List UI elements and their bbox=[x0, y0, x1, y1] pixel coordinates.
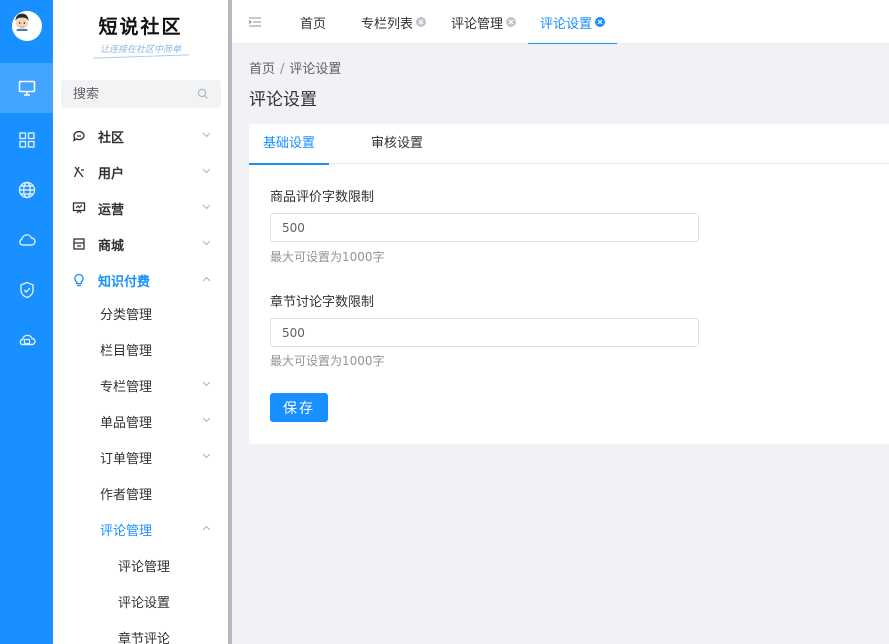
globe-icon bbox=[18, 181, 35, 199]
menu-item-author-mgmt[interactable]: 作者管理 bbox=[53, 475, 228, 511]
presentation-icon bbox=[72, 202, 86, 214]
tab-column-list-label: 专栏列表 bbox=[361, 16, 414, 32]
menu-fold-icon[interactable] bbox=[248, 15, 262, 29]
tab-column-list[interactable]: 专栏列表 bbox=[361, 0, 427, 44]
menu-label-chapter-comments: 章节评论 bbox=[118, 631, 171, 644]
close-icon[interactable] bbox=[595, 17, 606, 27]
breadcrumb-current: 评论设置 bbox=[289, 62, 342, 77]
menu-item-order-mgmt[interactable]: 订单管理 bbox=[53, 439, 228, 475]
user-icon bbox=[73, 166, 84, 178]
cloud-upload-icon bbox=[19, 334, 36, 346]
product-limit-input[interactable] bbox=[270, 213, 699, 242]
menu-label-special-mgmt: 专栏管理 bbox=[100, 379, 153, 395]
chapter-limit-input[interactable] bbox=[270, 318, 699, 347]
save-button[interactable]: 保存 bbox=[270, 393, 328, 422]
settings-card: 基础设置 审核设置 商品评价字数限制 最大可设置为1000字 章节讨论字数限制 … bbox=[248, 124, 889, 444]
rail-web[interactable] bbox=[0, 165, 53, 215]
menu-item-community[interactable]: 社区 bbox=[53, 118, 228, 154]
chevron-down-icon bbox=[202, 381, 211, 387]
rail-cloud[interactable] bbox=[0, 215, 53, 265]
menu-item-mall[interactable]: 商城 bbox=[53, 226, 228, 262]
brand-logo[interactable]: 短说社区 bbox=[53, 12, 228, 39]
tab-comment-settings[interactable]: 评论设置 bbox=[527, 0, 618, 44]
chevron-down-icon bbox=[202, 132, 211, 138]
menu-label-order-mgmt: 订单管理 bbox=[100, 451, 153, 467]
menu-label-comment-settings: 评论设置 bbox=[118, 595, 171, 611]
monitor-icon bbox=[18, 80, 35, 96]
chevron-down-icon bbox=[202, 168, 211, 174]
close-icon[interactable] bbox=[416, 17, 427, 27]
tab-home-label: 首页 bbox=[300, 16, 327, 32]
search-icon bbox=[197, 88, 208, 99]
rail-dashboard[interactable] bbox=[0, 63, 53, 113]
shield-icon bbox=[19, 281, 34, 299]
menu-item-column-mgmt[interactable]: 栏目管理 bbox=[53, 331, 228, 367]
menu-label-category-mgmt: 分类管理 bbox=[100, 307, 153, 323]
chevron-down-icon bbox=[202, 417, 211, 423]
menu-item-comment-mgmt[interactable]: 评论管理 bbox=[53, 511, 228, 547]
tab-basic-settings[interactable]: 基础设置 bbox=[248, 124, 330, 165]
tab-home[interactable]: 首页 bbox=[300, 0, 326, 44]
menu-item-operations[interactable]: 运营 bbox=[53, 190, 228, 226]
menu-label-operations: 运营 bbox=[98, 202, 125, 218]
menu-label-comment-mgmt: 评论管理 bbox=[100, 523, 153, 539]
settings-tabs: 基础设置 审核设置 bbox=[248, 124, 889, 165]
store-icon bbox=[73, 238, 85, 250]
rail-security[interactable] bbox=[0, 265, 53, 315]
page-title: 评论设置 bbox=[249, 90, 317, 110]
menu-search[interactable] bbox=[61, 80, 221, 108]
rail-cloud-storage[interactable] bbox=[0, 315, 53, 365]
bulb-icon bbox=[74, 273, 84, 287]
chevron-up-icon bbox=[202, 525, 211, 531]
close-icon[interactable] bbox=[506, 17, 517, 27]
cloud-icon bbox=[18, 234, 36, 246]
menu-item-users[interactable]: 用户 bbox=[53, 154, 228, 190]
menu-item-category-mgmt[interactable]: 分类管理 bbox=[53, 295, 228, 331]
brand-slogan: 让连接在社区中简单 bbox=[99, 45, 181, 55]
menu-label-single-mgmt: 单品管理 bbox=[100, 415, 153, 431]
breadcrumb: 首页 / 评论设置 bbox=[249, 58, 341, 77]
product-limit-label: 商品评价字数限制 bbox=[270, 190, 375, 205]
chevron-down-icon bbox=[202, 204, 211, 210]
breadcrumb-separator: / bbox=[280, 62, 285, 77]
menu-item-knowledge[interactable]: 知识付费 bbox=[53, 262, 228, 298]
grid-icon bbox=[18, 132, 35, 148]
tab-comment-mgmt-label: 评论管理 bbox=[451, 16, 504, 32]
menu-item-single-mgmt[interactable]: 单品管理 bbox=[53, 403, 228, 439]
product-limit-hint: 最大可设置为1000字 bbox=[270, 250, 385, 264]
tab-review-settings[interactable]: 审核设置 bbox=[371, 124, 423, 164]
rail-apps[interactable] bbox=[0, 115, 53, 165]
search-input[interactable] bbox=[73, 86, 183, 102]
menu-sidebar: 短说社区 让连接在社区中简单 社区 用户 运营 商城 知识付费 分类管理 栏目管… bbox=[53, 0, 228, 644]
menu-label-knowledge: 知识付费 bbox=[98, 274, 151, 290]
chevron-down-icon bbox=[202, 240, 211, 246]
menu-label-author-mgmt: 作者管理 bbox=[100, 487, 153, 503]
menu-label-comment-mgmt-child: 评论管理 bbox=[118, 559, 171, 575]
tab-bar: 首页 专栏列表 评论管理 评论设置 bbox=[232, 0, 889, 44]
breadcrumb-home[interactable]: 首页 bbox=[249, 62, 275, 77]
menu-item-chapter-comments[interactable]: 章节评论 bbox=[53, 619, 228, 644]
menu-label-column-mgmt: 栏目管理 bbox=[100, 343, 153, 359]
menu-item-comment-mgmt-child[interactable]: 评论管理 bbox=[53, 547, 228, 583]
tab-comment-mgmt[interactable]: 评论管理 bbox=[451, 0, 517, 44]
menu-label-users: 用户 bbox=[98, 166, 125, 182]
chat-icon bbox=[72, 130, 85, 142]
menu-item-special-mgmt[interactable]: 专栏管理 bbox=[53, 367, 228, 403]
tab-comment-settings-label: 评论设置 bbox=[540, 16, 593, 32]
sidebar-scrollbar[interactable] bbox=[228, 0, 232, 644]
avatar[interactable] bbox=[12, 11, 42, 41]
chevron-up-icon bbox=[202, 276, 211, 282]
chapter-limit-hint: 最大可设置为1000字 bbox=[270, 354, 385, 368]
menu-label-community: 社区 bbox=[98, 130, 125, 146]
menu-item-comment-settings[interactable]: 评论设置 bbox=[53, 583, 228, 619]
chapter-limit-label: 章节讨论字数限制 bbox=[270, 295, 375, 310]
chevron-down-icon bbox=[202, 453, 211, 459]
icon-rail bbox=[0, 0, 53, 644]
menu-label-mall: 商城 bbox=[98, 238, 125, 254]
